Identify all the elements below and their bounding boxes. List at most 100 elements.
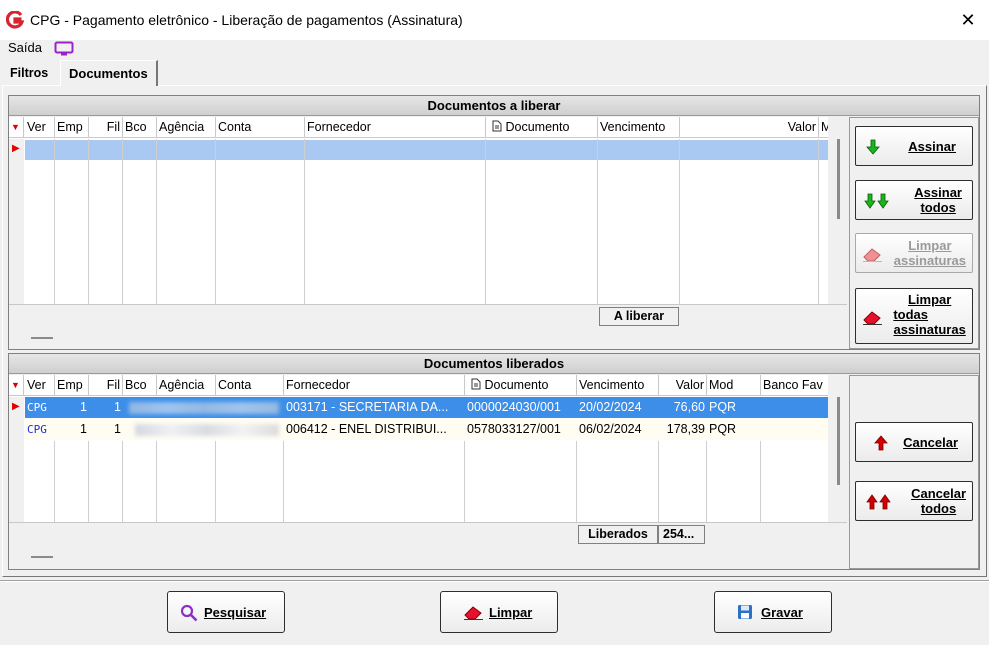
document-icon: [471, 378, 481, 390]
col-ver[interactable]: Ver: [25, 375, 55, 396]
assinar-todos-line1: Assinar: [914, 185, 962, 200]
limpar-button[interactable]: Limpar: [440, 591, 558, 633]
redacted-bank-info: [135, 424, 279, 436]
selected-empty-row[interactable]: [25, 140, 828, 160]
cell-fornecedor: 003171 - SECRETARIA DA...: [286, 400, 449, 414]
col-documento[interactable]: Documento: [465, 375, 577, 396]
col-emp[interactable]: Emp: [55, 117, 89, 138]
col-conta[interactable]: Conta: [216, 117, 305, 138]
redacted-bank-info: [129, 402, 279, 414]
eraser-icon: [863, 311, 882, 325]
cell-fornecedor: 006412 - ENEL DISTRIBUI...: [286, 422, 447, 436]
col-valor[interactable]: Valor: [680, 117, 819, 138]
cancelar-todos-label: Cancelar todos: [911, 486, 966, 516]
arrow-down-green-icon: [864, 193, 889, 209]
floppy-disk-icon: [738, 605, 752, 619]
horizontal-scrollbar-thumb[interactable]: [31, 337, 53, 339]
cancelar-todos-line2: todos: [920, 501, 957, 516]
magnifier-icon: [180, 604, 198, 622]
grid-title-liberados: Documentos liberados: [9, 354, 979, 374]
cancelar-button[interactable]: Cancelar: [855, 422, 973, 462]
col-vencimento[interactable]: Vencimento: [577, 375, 659, 396]
cell-emp: 1: [80, 400, 87, 414]
pesquisar-label: Pesquisar: [204, 605, 267, 620]
col-ver[interactable]: Ver: [25, 117, 55, 138]
col-bco[interactable]: Bco: [123, 375, 157, 396]
assinar-label: Assinar: [908, 139, 956, 154]
col-documento[interactable]: Documento: [486, 117, 598, 138]
menu-saida[interactable]: Saída: [8, 40, 42, 55]
window-title: CPG - Pagamento eletrônico - Liberação d…: [30, 12, 463, 28]
arrow-down-green-icon: [866, 139, 880, 155]
tab-filtros[interactable]: Filtros: [2, 62, 56, 84]
col-fil[interactable]: Fil: [89, 117, 123, 138]
grid-footer-liberados: Liberados 254...: [9, 522, 847, 544]
limpar-assinaturas-line2: assinaturas: [893, 253, 966, 268]
document-icon: [492, 120, 502, 132]
row-indicator-column: [9, 397, 24, 522]
horizontal-scrollbar[interactable]: [9, 327, 847, 349]
current-row-marker-icon: ▶: [12, 401, 20, 412]
limpar-assinaturas-label: Limpar assinaturas: [894, 238, 966, 268]
limpar-todas-assinaturas-button[interactable]: Limpar todas assinaturas: [855, 288, 973, 344]
col-agencia[interactable]: Agência: [157, 375, 216, 396]
limpar-assinaturas-line1: Limpar: [908, 238, 952, 253]
cell-vencimento: 20/02/2024: [579, 400, 642, 414]
grid-footer: A liberar: [9, 304, 847, 326]
col-vencimento[interactable]: Vencimento: [598, 117, 680, 138]
col-fil[interactable]: Fil: [89, 375, 123, 396]
eraser-icon: [464, 606, 483, 620]
grid-body-liberados: ▼ Ver Emp Fil Bco Agência Conta Forneced…: [9, 375, 828, 522]
horizontal-scrollbar[interactable]: [9, 545, 847, 569]
assinar-todos-label: Assinar todos: [914, 185, 962, 215]
col-agencia[interactable]: Agência: [157, 117, 216, 138]
cell-ver: CPG: [27, 423, 47, 436]
monitor-icon[interactable]: [54, 41, 74, 56]
total-liberados-value: 254...: [658, 525, 705, 544]
col-bco[interactable]: Bco: [123, 117, 157, 138]
horizontal-scrollbar-thumb[interactable]: [31, 556, 53, 558]
gravar-button[interactable]: Gravar: [714, 591, 832, 633]
cell-documento: 0578033127/001: [467, 422, 561, 436]
col-conta[interactable]: Conta: [216, 375, 284, 396]
grid-title: Documentos a liberar: [9, 96, 979, 116]
vertical-scrollbar[interactable]: [829, 117, 847, 304]
side-panel-top: Assinar Assinar todos Limpar assinaturas…: [849, 117, 979, 349]
scrollbar-thumb[interactable]: [837, 139, 840, 219]
arrow-up-red-icon: [874, 435, 888, 451]
sort-indicator-icon: ▼: [9, 375, 24, 396]
col-mod[interactable]: Mod: [707, 375, 761, 396]
tab-documentos[interactable]: Documentos: [60, 60, 158, 86]
cell-vencimento: 06/02/2024: [579, 422, 642, 436]
limpar-todas-line2: todas: [893, 307, 928, 322]
table-row[interactable]: CPG 1 1 003171 - SECRETARIA DA... 000002…: [25, 397, 828, 418]
col-documento-label: Documento: [505, 120, 570, 134]
cell-fil: 1: [114, 422, 121, 436]
col-valor[interactable]: Valor: [659, 375, 707, 396]
col-fornecedor[interactable]: Fornecedor: [305, 117, 486, 138]
col-emp[interactable]: Emp: [55, 375, 89, 396]
col-fornecedor[interactable]: Fornecedor: [284, 375, 465, 396]
cell-fil: 1: [114, 400, 121, 414]
cancelar-label: Cancelar: [903, 435, 958, 450]
table-row[interactable]: CPG 1 1 006412 - ENEL DISTRIBUI... 05780…: [25, 419, 828, 440]
row-indicator-column: [9, 139, 24, 304]
grid-body: ▼ Ver Emp Fil Bco Agência Conta Forneced…: [9, 117, 828, 304]
assinar-todos-line2: todos: [920, 200, 956, 215]
gravar-label: Gravar: [761, 605, 803, 620]
col-m[interactable]: M: [819, 117, 828, 138]
side-panel-bottom: Cancelar Cancelar todos: [849, 375, 979, 569]
vertical-scrollbar[interactable]: [829, 375, 847, 522]
limpar-assinaturas-button[interactable]: Limpar assinaturas: [855, 233, 973, 273]
cancelar-todos-button[interactable]: Cancelar todos: [855, 481, 973, 521]
pesquisar-button[interactable]: Pesquisar: [167, 591, 285, 633]
scrollbar-thumb[interactable]: [837, 397, 840, 485]
col-banco-fav[interactable]: Banco Fav: [761, 375, 828, 396]
close-icon[interactable]: ✕: [956, 8, 980, 32]
assinar-button[interactable]: Assinar: [855, 126, 973, 166]
col-documento-label: Documento: [484, 378, 549, 392]
cell-documento: 0000024030/001: [467, 400, 561, 414]
assinar-todos-button[interactable]: Assinar todos: [855, 180, 973, 220]
cell-emp: 1: [80, 422, 87, 436]
limpar-todas-line3: assinaturas: [893, 322, 966, 337]
